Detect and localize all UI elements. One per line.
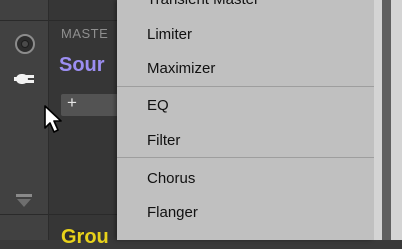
plug-icon[interactable]	[14, 70, 38, 88]
effects-dropdown-menu: Transient Master Limiter Maximizer EQ Fi…	[117, 0, 374, 240]
divider	[0, 214, 48, 215]
menu-item-transient-master[interactable]: Transient Master	[147, 0, 259, 8]
add-plugin-button[interactable]: +	[61, 93, 125, 116]
menu-item-flanger[interactable]: Flanger	[147, 204, 198, 221]
menu-item-limiter[interactable]: Limiter	[147, 26, 192, 43]
menu-separator	[117, 157, 374, 158]
sound-name[interactable]: Sour	[59, 54, 105, 77]
group-label[interactable]: Grou	[61, 226, 109, 249]
menu-item-chorus[interactable]: Chorus	[147, 170, 195, 187]
down-arrow-icon[interactable]	[14, 194, 34, 208]
menu-item-eq[interactable]: EQ	[147, 97, 169, 114]
left-column	[0, 0, 49, 240]
menu-item-filter[interactable]: Filter	[147, 132, 180, 149]
add-plugin-label: +	[67, 93, 77, 112]
menu-item-maximizer[interactable]: Maximizer	[147, 60, 215, 77]
menu-scrollbar-thumb[interactable]	[382, 0, 391, 240]
knob-icon[interactable]	[15, 34, 35, 54]
cursor-icon	[44, 105, 62, 133]
menu-separator	[117, 86, 374, 87]
master-label: MASTE	[61, 26, 109, 41]
divider	[0, 20, 48, 21]
